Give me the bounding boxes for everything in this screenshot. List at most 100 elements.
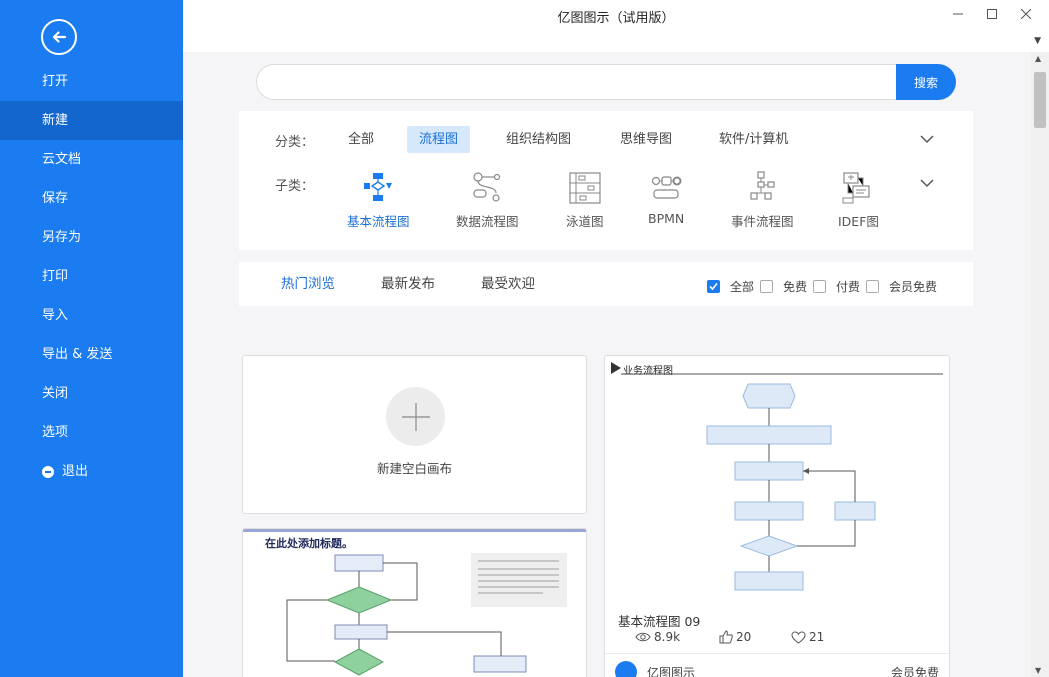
scroll-up-arrow-icon[interactable]: ▲	[1035, 54, 1041, 63]
tab-most-liked[interactable]: 最受欢迎	[481, 262, 535, 306]
idef-icon	[842, 172, 871, 204]
chevron-down-icon[interactable]	[917, 173, 937, 193]
scroll-down-arrow-icon[interactable]: ▼	[1035, 666, 1041, 675]
sidebar-item-close[interactable]: 关闭	[0, 374, 183, 413]
template-footer: 亿图图示 会员免费	[605, 653, 949, 677]
likes-stat[interactable]: 20	[719, 630, 751, 644]
filter-label: 全部	[730, 280, 755, 294]
category-panel: 分类： 全部 流程图 组织结构图 思维导图 软件/计算机 子类： 基本流程图 数…	[239, 111, 973, 250]
filter-label: 付费	[836, 280, 861, 294]
sidebar-item-save-as[interactable]: 另存为	[0, 218, 183, 257]
subcategory-label-text: IDEF图	[838, 214, 879, 229]
sidebar-item-label: 关闭	[42, 386, 69, 401]
swimlane-icon	[569, 172, 601, 204]
favorites-stat[interactable]: 21	[791, 630, 824, 644]
chevron-down-icon[interactable]	[917, 129, 937, 149]
sidebar-item-import[interactable]: 导入	[0, 296, 183, 335]
filter-free[interactable]: 免费	[760, 278, 807, 295]
subcategory-label-text: 事件流程图	[731, 214, 794, 229]
author-name: 亿图图示	[647, 666, 696, 677]
category-flowchart[interactable]: 流程图	[407, 126, 471, 153]
exit-icon	[42, 465, 54, 478]
category-mind-map[interactable]: 思维导图	[608, 126, 684, 153]
template-card[interactable]: 在此处添加标题。	[242, 528, 587, 677]
sidebar-menu: 打开 新建 云文档 保存 另存为 打印 导入 导出 & 发送 关闭 选项 退出	[0, 62, 183, 491]
search-input[interactable]	[256, 64, 898, 100]
sidebar-item-label: 另存为	[42, 230, 82, 245]
checkbox-icon[interactable]	[813, 280, 826, 293]
sidebar-item-label: 云文档	[42, 152, 82, 167]
back-button[interactable]	[41, 19, 77, 55]
filter-label: 会员免费	[889, 280, 938, 294]
chevron-down-icon[interactable]: ▼	[1034, 36, 1041, 46]
maximize-icon	[987, 9, 997, 19]
scrollbar-thumb[interactable]	[1034, 72, 1046, 128]
category-org-chart[interactable]: 组织结构图	[494, 126, 583, 153]
new-blank-canvas-card[interactable]: 新建空白画布	[242, 355, 587, 514]
bpmn-icon	[652, 176, 682, 199]
maximize-button[interactable]	[977, 4, 1007, 24]
template-card[interactable]: 业务流程图 基本流程图 09 8.9k 20 21 亿图图示 会员免费	[604, 355, 950, 677]
subcategory-label-text: 数据流程图	[456, 214, 519, 229]
heart-icon	[791, 630, 806, 644]
search-bar: 搜索	[256, 64, 956, 100]
template-heading: 在此处添加标题。	[265, 537, 353, 550]
favorites-count: 21	[809, 630, 825, 644]
sidebar-item-label: 退出	[62, 464, 89, 479]
price-badge: 会员免费	[890, 666, 939, 677]
sort-tab-bar: 热门浏览 最新发布 最受欢迎 全部 免费 付费 会员免费	[239, 262, 973, 306]
sidebar-item-save[interactable]: 保存	[0, 179, 183, 218]
subcategory-bpmn[interactable]: BPMN	[648, 171, 684, 226]
sidebar-item-export-send[interactable]: 导出 & 发送	[0, 335, 183, 374]
sidebar-item-cloud-docs[interactable]: 云文档	[0, 140, 183, 179]
tab-latest[interactable]: 最新发布	[381, 262, 435, 306]
filter-member-free[interactable]: 会员免费	[866, 278, 937, 295]
sidebar-item-exit[interactable]: 退出	[0, 452, 183, 491]
filter-all[interactable]: 全部	[707, 278, 754, 295]
subcategory-basic-flowchart[interactable]: 基本流程图	[347, 171, 410, 230]
sidebar-item-label: 选项	[42, 425, 69, 440]
sidebar-item-open[interactable]: 打开	[0, 62, 183, 101]
search-button[interactable]: 搜索	[896, 64, 956, 100]
subcategory-swimlane[interactable]: 泳道图	[566, 171, 604, 230]
category-all[interactable]: 全部	[336, 126, 386, 153]
sidebar-item-label: 新建	[42, 113, 69, 128]
template-thumbnail	[243, 529, 586, 676]
sidebar-item-label: 导入	[42, 308, 69, 323]
checkbox-checked-icon[interactable]	[707, 280, 720, 293]
close-icon	[1021, 9, 1031, 19]
checkbox-icon[interactable]	[866, 280, 879, 293]
tab-popular[interactable]: 热门浏览	[281, 262, 335, 306]
sidebar-item-new[interactable]: 新建	[0, 101, 183, 140]
sidebar-item-label: 打印	[42, 269, 69, 284]
thumbs-up-icon	[719, 630, 733, 644]
subcategory-idef[interactable]: IDEF图	[838, 171, 879, 230]
subcategory-data-flow[interactable]: 数据流程图	[456, 171, 519, 230]
subcategory-label-text: 基本流程图	[347, 214, 410, 229]
basic-flowchart-icon	[364, 173, 393, 201]
sidebar: 打开 新建 云文档 保存 另存为 打印 导入 导出 & 发送 关闭 选项 退出	[0, 0, 183, 677]
author-avatar	[615, 661, 637, 677]
category-software-computer[interactable]: 软件/计算机	[707, 126, 800, 153]
sidebar-item-label: 保存	[42, 191, 69, 206]
data-flow-icon	[473, 172, 501, 202]
vertical-scrollbar[interactable]: ▲ ▼	[1031, 52, 1049, 677]
subcategory-event-flow[interactable]: 事件流程图	[731, 171, 794, 230]
subcategory-label-text: BPMN	[648, 211, 685, 226]
views-stat: 8.9k	[635, 630, 680, 644]
filter-paid[interactable]: 付费	[813, 278, 860, 295]
views-count: 8.9k	[654, 630, 681, 644]
subcategory-label: 子类：	[275, 179, 315, 194]
title-bar: 亿图图示（试用版） ▼	[183, 0, 1049, 52]
sidebar-item-print[interactable]: 打印	[0, 257, 183, 296]
template-diagram-title: 业务流程图	[623, 366, 673, 377]
new-blank-canvas-label: 新建空白画布	[376, 461, 452, 476]
window-title: 亿图图示（试用版）	[557, 11, 675, 26]
minimize-button[interactable]	[943, 4, 973, 24]
eye-icon	[635, 632, 651, 642]
sidebar-item-options[interactable]: 选项	[0, 413, 183, 452]
checkbox-icon[interactable]	[760, 280, 773, 293]
close-window-button[interactable]	[1011, 4, 1041, 24]
event-flow-icon	[750, 171, 775, 200]
minimize-icon	[953, 13, 963, 15]
